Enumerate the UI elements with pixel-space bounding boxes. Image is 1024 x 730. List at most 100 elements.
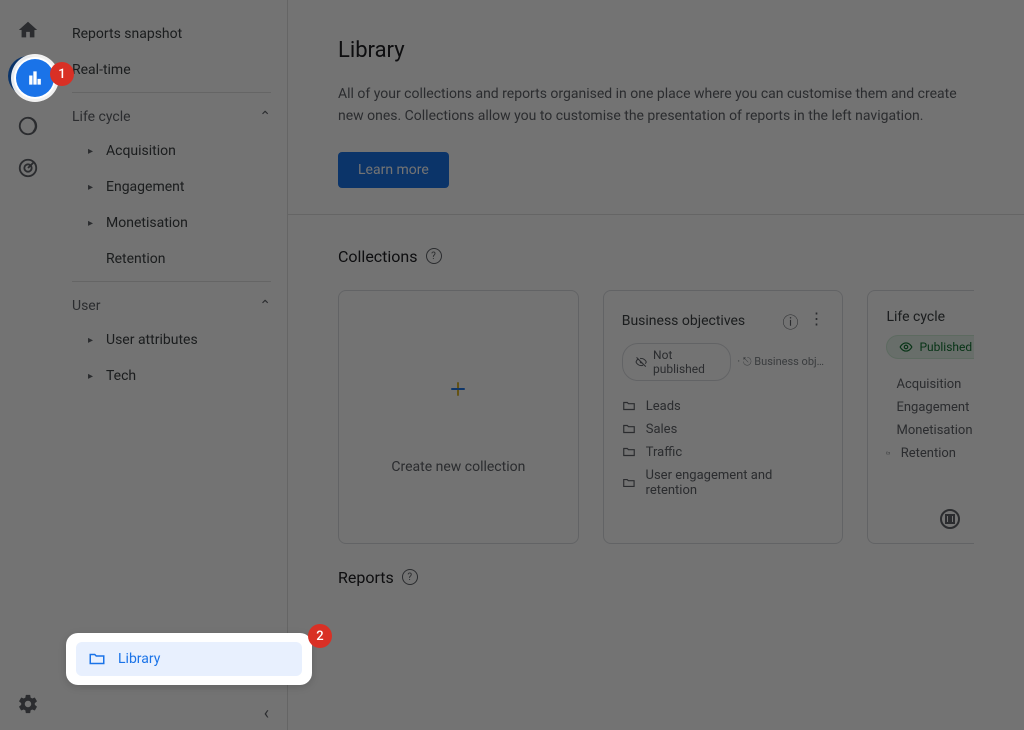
learn-more-button[interactable]: Learn more	[338, 152, 449, 188]
library-nav-item[interactable]: Library	[76, 642, 302, 676]
caret-icon: ▸	[88, 218, 100, 229]
collections-section: Collections ? Create new collection Busi…	[288, 215, 1024, 556]
chevron-up-icon: ⌃	[259, 109, 271, 125]
business-objectives-card[interactable]: Business objectives ⓘ ⋮ Not published · …	[603, 290, 844, 544]
reports-section: Reports ?	[288, 556, 1024, 623]
nav-realtime[interactable]: Real-time	[56, 52, 287, 88]
card-list: Acquisition Engagement Monetisation Rete…	[886, 377, 956, 461]
card-list: Leads Sales Traffic User engagement and …	[622, 399, 825, 498]
chip-label: Published	[919, 340, 972, 354]
callout-badge-1: 1	[50, 62, 74, 86]
collections-heading: Collections ?	[338, 247, 974, 266]
help-icon[interactable]: ?	[402, 569, 418, 585]
nav-user-attributes[interactable]: ▸ User attributes	[56, 322, 287, 358]
item-label: Monetisation	[896, 423, 972, 438]
list-item[interactable]: Monetisation	[886, 423, 956, 438]
nav-section-lifecycle[interactable]: Life cycle ⌃	[56, 97, 287, 133]
list-item[interactable]: Engagement	[886, 400, 956, 415]
collapse-nav-icon[interactable]: ‹	[264, 703, 269, 724]
eye-icon	[899, 340, 913, 354]
card-header: Life cycle	[886, 309, 956, 325]
item-label: Retention	[901, 446, 956, 461]
list-item[interactable]: Acquisition	[886, 377, 956, 392]
plus-icon	[448, 379, 468, 419]
nav-tech[interactable]: ▸ Tech	[56, 358, 287, 394]
nav-reports-snapshot[interactable]: Reports snapshot	[56, 16, 287, 52]
library-header: Library All of your collections and repo…	[288, 0, 1024, 214]
chevron-up-icon: ⌃	[259, 298, 271, 314]
help-icon[interactable]: ?	[426, 248, 442, 264]
list-item[interactable]: User engagement and retention	[622, 468, 825, 498]
list-item[interactable]: Traffic	[622, 445, 825, 460]
lifecycle-card[interactable]: Life cycle Published Acquisition Engagem…	[867, 290, 974, 544]
explore-icon[interactable]	[16, 114, 40, 138]
nav-acquisition[interactable]: ▸ Acquisition	[56, 133, 287, 169]
caret-icon: ▸	[88, 146, 100, 157]
folder-icon	[622, 422, 636, 436]
card-header: Business objectives ⓘ ⋮	[622, 309, 825, 333]
nav-engagement[interactable]: ▸ Engagement	[56, 169, 287, 205]
reports-heading: Reports ?	[338, 568, 974, 587]
item-label: Engagement	[896, 400, 969, 415]
nav-section-label: User	[72, 298, 100, 314]
eye-off-icon	[635, 355, 647, 369]
nav-divider	[72, 281, 271, 282]
list-item[interactable]: Retention	[886, 446, 956, 461]
nav-section-user[interactable]: User ⌃	[56, 286, 287, 322]
heading-text: Collections	[338, 247, 418, 266]
page-title: Library	[338, 38, 974, 63]
item-label: Acquisition	[896, 377, 961, 392]
cards-row: Create new collection Business objective…	[338, 290, 974, 544]
list-item[interactable]: Sales	[622, 422, 825, 437]
card-title: Business objectives	[622, 313, 745, 329]
list-item[interactable]: Leads	[622, 399, 825, 414]
item-label: User engagement and retention	[646, 468, 825, 498]
nav-divider	[72, 92, 271, 93]
status-chip-published: Published	[886, 335, 974, 359]
callout-badge-2: 2	[308, 624, 332, 648]
folder-icon	[622, 445, 636, 459]
advertising-icon[interactable]	[16, 156, 40, 180]
chip-row: Not published · ⎋ Business objec…	[622, 343, 825, 381]
caret-icon: ▸	[88, 182, 100, 193]
chip-label: Not published	[653, 348, 718, 376]
main-content: Library All of your collections and repo…	[288, 0, 1024, 730]
nav-label: Real-time	[72, 62, 131, 78]
nav-label: Tech	[106, 368, 136, 384]
callout-library[interactable]: Library	[66, 633, 312, 685]
library-label: Library	[118, 651, 160, 667]
chip-row: Published	[886, 335, 956, 359]
item-label: Traffic	[646, 445, 682, 460]
left-nav: Reports snapshot Real-time Life cycle ⌃ …	[56, 0, 288, 730]
app-root: Reports snapshot Real-time Life cycle ⌃ …	[0, 0, 1024, 730]
nav-retention[interactable]: ▸Retention	[56, 241, 287, 277]
caret-icon: ▸	[88, 371, 100, 382]
info-icon[interactable]: ⓘ	[782, 309, 798, 333]
nav-label: User attributes	[106, 332, 198, 348]
nav-section-label: Life cycle	[72, 109, 131, 125]
nav-label: Engagement	[106, 179, 184, 195]
item-label: Sales	[646, 422, 678, 437]
nav-label: Monetisation	[106, 215, 188, 231]
caret-icon: ▸	[88, 335, 100, 346]
chip-extra: · ⎋ Business objec…	[737, 355, 824, 369]
folder-icon	[622, 476, 636, 490]
create-label: Create new collection	[391, 459, 525, 475]
nav-label: Acquisition	[106, 143, 176, 159]
reports-icon-highlight	[16, 59, 54, 97]
nav-monetisation[interactable]: ▸ Monetisation	[56, 205, 287, 241]
card-title: Life cycle	[886, 309, 945, 325]
nav-label: Reports snapshot	[72, 26, 182, 42]
folder-icon	[886, 446, 890, 460]
more-icon[interactable]: ⋮	[808, 309, 824, 333]
settings-icon[interactable]	[16, 692, 40, 716]
folder-icon	[88, 650, 106, 668]
folder-icon	[622, 399, 636, 413]
status-chip-not-published: Not published	[622, 343, 732, 381]
create-collection-card[interactable]: Create new collection	[338, 290, 579, 544]
nav-label: Retention	[106, 251, 166, 267]
template-icon[interactable]	[938, 507, 962, 531]
home-icon[interactable]	[16, 18, 40, 42]
heading-text: Reports	[338, 568, 394, 587]
icon-rail	[0, 0, 56, 730]
